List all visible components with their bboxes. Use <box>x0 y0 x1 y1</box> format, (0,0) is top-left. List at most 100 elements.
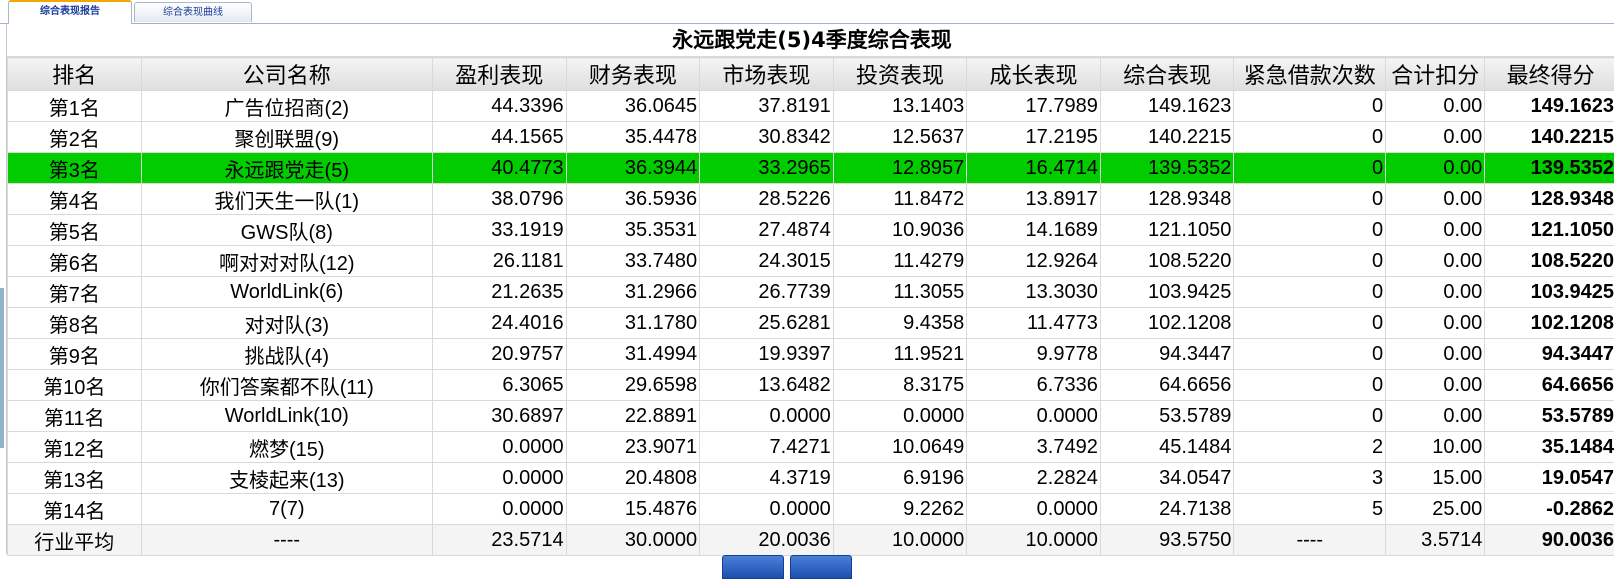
cell-final-score: 149.1623 <box>1485 91 1614 122</box>
cell-loans: 0 <box>1234 122 1386 153</box>
cell-finance: 33.7480 <box>566 246 700 277</box>
cell-rank: 第13名 <box>8 463 142 494</box>
cell-rank: 第2名 <box>8 122 142 153</box>
cell-deduction: 0.00 <box>1386 153 1485 184</box>
cell-growth: 14.1689 <box>967 215 1101 246</box>
col-header-profit: 盈利表现 <box>433 58 567 91</box>
cell-growth: 16.4714 <box>967 153 1101 184</box>
cell-profit: 44.1565 <box>433 122 567 153</box>
cell-investment: 12.8957 <box>833 153 967 184</box>
action-button-2[interactable] <box>790 555 852 579</box>
cell-company: WorldLink(10) <box>141 401 432 432</box>
cell-company: 7(7) <box>141 494 432 525</box>
col-header-market: 市场表现 <box>700 58 834 91</box>
cell-loans: 0 <box>1234 277 1386 308</box>
table-row: 第13名支棱起来(13)0.000020.48084.37196.91962.2… <box>8 463 1614 494</box>
cell-deduction: 0.00 <box>1386 401 1485 432</box>
cell-composite: 102.1208 <box>1100 308 1234 339</box>
cell-rank: 第10名 <box>8 370 142 401</box>
cell-deduction: 0.00 <box>1386 122 1485 153</box>
cell-finance: 23.9071 <box>566 432 700 463</box>
cell-final-score: 102.1208 <box>1485 308 1614 339</box>
cell-growth: 17.2195 <box>967 122 1101 153</box>
cell-composite: 53.5789 <box>1100 401 1234 432</box>
cell-composite: 139.5352 <box>1100 153 1234 184</box>
cell-company: 挑战队(4) <box>141 339 432 370</box>
cell-finance: 31.2966 <box>566 277 700 308</box>
col-header-investment: 投资表现 <box>833 58 967 91</box>
cell-composite: 93.5750 <box>1100 525 1234 556</box>
cell-market: 13.6482 <box>700 370 834 401</box>
cell-loans: 0 <box>1234 153 1386 184</box>
cell-finance: 35.3531 <box>566 215 700 246</box>
cell-company: 燃梦(15) <box>141 432 432 463</box>
cell-loans: ---- <box>1234 525 1386 556</box>
cell-investment: 0.0000 <box>833 401 967 432</box>
cell-deduction: 10.00 <box>1386 432 1485 463</box>
cell-investment: 9.4358 <box>833 308 967 339</box>
cell-company: 永远跟党走(5) <box>141 153 432 184</box>
table-row: 第7名WorldLink(6)21.263531.296626.773911.3… <box>8 277 1614 308</box>
cell-finance: 36.5936 <box>566 184 700 215</box>
cell-final-score: 139.5352 <box>1485 153 1614 184</box>
cell-rank: 第5名 <box>8 215 142 246</box>
cell-investment: 6.9196 <box>833 463 967 494</box>
col-header-growth: 成长表现 <box>967 58 1101 91</box>
cell-investment: 11.9521 <box>833 339 967 370</box>
cell-deduction: 0.00 <box>1386 246 1485 277</box>
cell-loans: 0 <box>1234 215 1386 246</box>
cell-loans: 0 <box>1234 401 1386 432</box>
table-row: 第2名聚创联盟(9)44.156535.447830.834212.563717… <box>8 122 1614 153</box>
cell-composite: 64.6656 <box>1100 370 1234 401</box>
cell-composite: 140.2215 <box>1100 122 1234 153</box>
cell-composite: 45.1484 <box>1100 432 1234 463</box>
cell-rank: 第11名 <box>8 401 142 432</box>
cell-investment: 12.5637 <box>833 122 967 153</box>
cell-investment: 11.3055 <box>833 277 967 308</box>
side-collapse-handle[interactable] <box>0 288 4 448</box>
col-header-company: 公司名称 <box>141 58 432 91</box>
cell-deduction: 0.00 <box>1386 215 1485 246</box>
cell-finance: 36.0645 <box>566 91 700 122</box>
cell-rank: 第1名 <box>8 91 142 122</box>
cell-company: 支棱起来(13) <box>141 463 432 494</box>
tab-summary-report[interactable]: 综合表现报告 <box>8 0 132 24</box>
col-header-final-score: 最终得分 <box>1485 58 1614 91</box>
cell-growth: 0.0000 <box>967 401 1101 432</box>
cell-deduction: 0.00 <box>1386 91 1485 122</box>
cell-deduction: 0.00 <box>1386 184 1485 215</box>
cell-profit: 33.1919 <box>433 215 567 246</box>
cell-finance: 36.3944 <box>566 153 700 184</box>
col-header-rank: 排名 <box>8 58 142 91</box>
cell-company: 你们答案都不队(11) <box>141 370 432 401</box>
table-row: 第9名挑战队(4)20.975731.499419.939711.95219.9… <box>8 339 1614 370</box>
cell-investment: 8.3175 <box>833 370 967 401</box>
cell-deduction: 0.00 <box>1386 339 1485 370</box>
action-button-1[interactable] <box>722 555 784 579</box>
table-row: 第11名WorldLink(10)30.689722.88910.00000.0… <box>8 401 1614 432</box>
cell-rank: 第6名 <box>8 246 142 277</box>
tab-bar: 综合表现报告 综合表现曲线 <box>0 0 1614 24</box>
cell-market: 37.8191 <box>700 91 834 122</box>
col-header-deduction: 合计扣分 <box>1386 58 1485 91</box>
cell-deduction: 0.00 <box>1386 308 1485 339</box>
cell-rank: 第8名 <box>8 308 142 339</box>
cell-investment: 10.0000 <box>833 525 967 556</box>
cell-final-score: 90.0036 <box>1485 525 1614 556</box>
cell-market: 27.4874 <box>700 215 834 246</box>
cell-composite: 24.7138 <box>1100 494 1234 525</box>
table-row-highlighted: 第3名永远跟党走(5)40.477336.394433.296512.89571… <box>8 153 1614 184</box>
table-row-industry-average: 行业平均----23.571430.000020.003610.000010.0… <box>8 525 1614 556</box>
cell-deduction: 3.5714 <box>1386 525 1485 556</box>
cell-investment: 10.0649 <box>833 432 967 463</box>
cell-profit: 20.9757 <box>433 339 567 370</box>
cell-rank: 第14名 <box>8 494 142 525</box>
cell-market: 19.9397 <box>700 339 834 370</box>
cell-profit: 23.5714 <box>433 525 567 556</box>
cell-deduction: 15.00 <box>1386 463 1485 494</box>
cell-final-score: 35.1484 <box>1485 432 1614 463</box>
col-header-emergency-loans: 紧急借款次数 <box>1234 58 1386 91</box>
table-row: 第8名对对队(3)24.401631.178025.62819.435811.4… <box>8 308 1614 339</box>
cell-loans: 0 <box>1234 339 1386 370</box>
tab-summary-curve[interactable]: 综合表现曲线 <box>134 2 252 22</box>
